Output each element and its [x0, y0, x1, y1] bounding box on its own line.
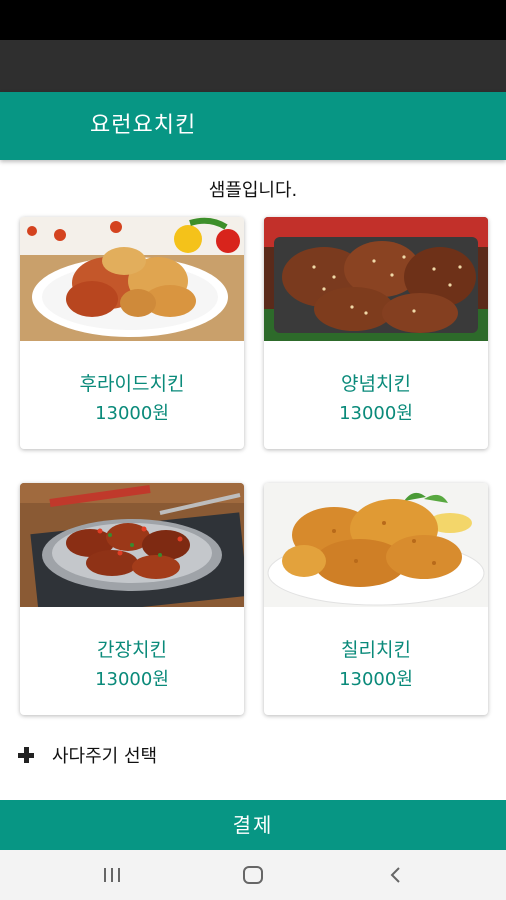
sesame-sauced-chicken-photo	[264, 217, 488, 341]
home-icon[interactable]	[233, 860, 273, 890]
menu-card-chili[interactable]: 칠리치킨 13000원	[264, 483, 488, 715]
menu-card-soy[interactable]: 간장치킨 13000원	[20, 483, 244, 715]
menu-price: 13000원	[95, 403, 169, 424]
chili-chicken-photo	[264, 483, 488, 607]
menu-card-fried[interactable]: 후라이드치킨 13000원	[20, 217, 244, 449]
recent-apps-icon[interactable]	[92, 860, 132, 890]
delivery-option-label: 사다주기 선택	[52, 746, 158, 767]
back-icon[interactable]	[376, 860, 416, 890]
menu-name: 간장치킨	[97, 639, 167, 661]
delivery-option-row[interactable]: 사다주기 선택	[16, 740, 157, 770]
sample-notice: 샘플입니다.	[208, 180, 298, 201]
menu-price: 13000원	[339, 669, 413, 690]
fried-chicken-photo	[20, 217, 244, 341]
navigation-bar	[0, 850, 506, 900]
plus-icon[interactable]	[16, 745, 36, 765]
menu-name: 후라이드치킨	[79, 373, 185, 395]
menu-price: 13000원	[339, 403, 413, 424]
menu-price: 13000원	[95, 669, 169, 690]
menu-card-sauced[interactable]: 양념치킨 13000원	[264, 217, 488, 449]
top-band	[0, 40, 506, 92]
soy-chicken-photo	[20, 483, 244, 607]
menu-name: 칠리치킨	[341, 639, 411, 661]
app-title: 요런요치킨	[90, 113, 197, 138]
pay-button[interactable]: 결제	[0, 800, 506, 850]
app-bar: 요런요치킨	[0, 92, 506, 160]
status-bar	[0, 0, 506, 40]
menu-name: 양념치킨	[341, 373, 411, 395]
